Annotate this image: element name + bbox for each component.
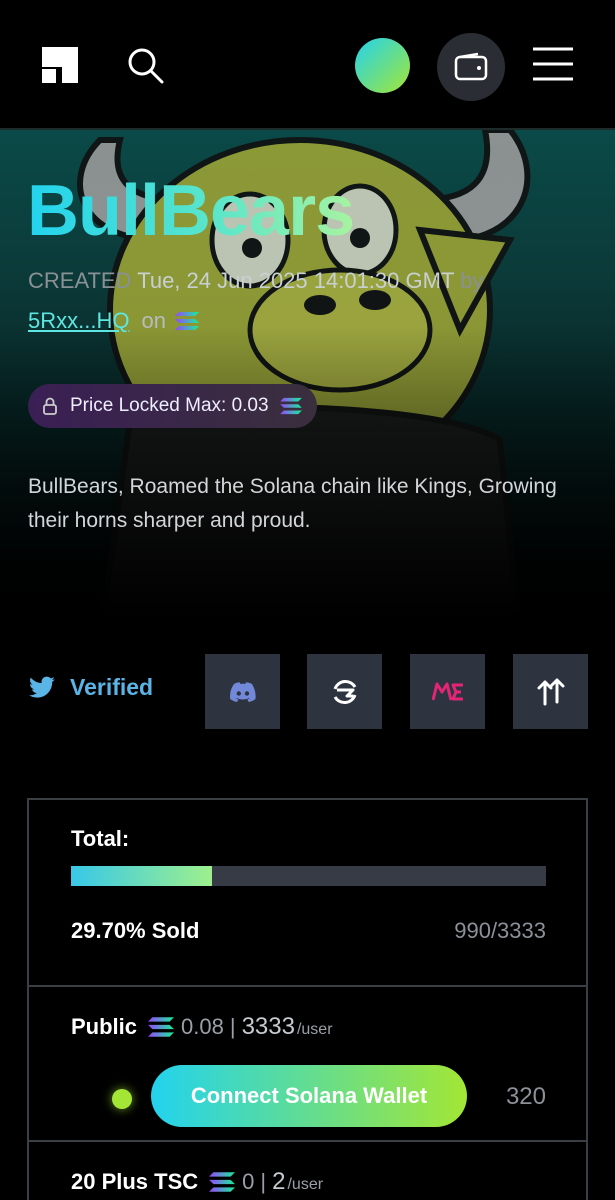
creator-row: 5Rxx...HQ on [28, 308, 200, 334]
tier-name: 20 Plus TSC [71, 1169, 199, 1194]
tsc-tier-row: 20 Plus TSC 0 | 2 /user [71, 1168, 323, 1196]
collection-title: BullBears [27, 171, 355, 251]
magic-eden-icon [431, 682, 463, 700]
tier-price: 0.08 [181, 1014, 224, 1039]
discord-icon [229, 681, 256, 702]
collection-description: BullBears, Roamed the Solana chain like … [28, 475, 557, 532]
public-tier-section: Public 0.08 | 3333 /user Connect Solana … [29, 987, 586, 1142]
verified-label: Verified [70, 674, 154, 700]
on-label: on [141, 308, 166, 333]
mint-progress-bar [71, 866, 546, 886]
top-header [0, 0, 615, 130]
exchange-button[interactable] [307, 654, 382, 729]
created-label: CREATED [28, 268, 132, 293]
solana-icon [148, 1017, 174, 1037]
remaining-count: 320 [505, 1083, 546, 1110]
hamburger-menu-icon[interactable] [532, 44, 574, 84]
created-info: CREATED Tue, 24 Jun 2025 14:01:30 GMT by [28, 268, 483, 294]
search-icon[interactable] [125, 45, 165, 85]
twitter-verified[interactable]: Verified [28, 674, 153, 701]
wallet-icon [454, 52, 488, 81]
tier-name: Public [71, 1014, 138, 1039]
collection-hero: BullBears CREATED Tue, 24 Jun 2025 14:01… [0, 130, 615, 620]
user-avatar[interactable] [355, 38, 410, 93]
solana-icon [279, 397, 302, 415]
tier-per-user: /user [296, 1021, 333, 1038]
separator: | [260, 1169, 267, 1194]
created-date: Tue, 24 Jun 2025 14:01:30 GMT [137, 268, 454, 293]
total-label: Total: [71, 826, 130, 851]
status-dot [112, 1089, 132, 1109]
mint-progress-fill [71, 866, 213, 886]
creator-address-link[interactable]: 5Rxx...HQ [28, 308, 129, 334]
solana-icon [209, 1172, 236, 1192]
tier-per-user: /user [287, 1176, 324, 1193]
mint-panel: Total: 29.70% Sold 990/3333 Public 0.08 … [27, 798, 588, 1200]
wallet-button[interactable] [437, 33, 505, 101]
by-label: by [460, 268, 484, 293]
tier-limit: 3333 [241, 1013, 295, 1040]
separator: | [229, 1014, 236, 1039]
lock-icon [43, 397, 57, 415]
connect-wallet-button[interactable]: Connect Solana Wallet [151, 1065, 467, 1127]
exchange-icon [333, 679, 356, 704]
price-locked-badge: Price Locked Max: 0.03 [28, 384, 317, 428]
tensor-button[interactable] [513, 654, 588, 729]
discord-button[interactable] [205, 654, 280, 729]
tsc-tier-section: 20 Plus TSC 0 | 2 /user [29, 1142, 586, 1200]
social-links-row: Verified [0, 654, 615, 730]
twitter-icon [29, 676, 55, 698]
sold-percent: 29.70% Sold [71, 918, 200, 943]
solana-icon [174, 312, 199, 330]
price-locked-text: Price Locked Max: 0.03 [70, 395, 269, 416]
tier-price: 0 [242, 1169, 255, 1194]
magic-eden-button[interactable] [410, 654, 485, 729]
public-tier-row: Public 0.08 | 3333 /user [71, 1013, 333, 1041]
tensor-icon [537, 678, 564, 705]
brand-logo-icon[interactable] [40, 45, 80, 85]
tier-limit: 2 [272, 1168, 286, 1195]
minted-count: 990/3333 [454, 918, 546, 943]
total-section: Total: 29.70% Sold 990/3333 [29, 800, 586, 987]
